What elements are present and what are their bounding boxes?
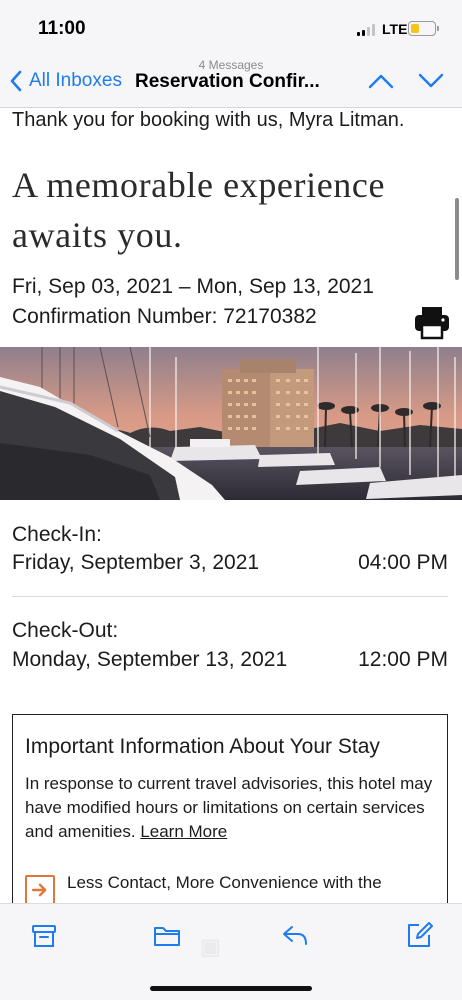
- check-in-time: 04:00 PM: [358, 551, 448, 574]
- compose-icon[interactable]: [404, 920, 434, 950]
- arrow-right-box-icon: [25, 875, 55, 903]
- watermark-text: ▣: [200, 934, 222, 959]
- check-out-label: Check-Out:: [12, 619, 119, 642]
- network-label: LTE: [382, 21, 408, 37]
- advisory-text: In response to current travel advisories…: [25, 774, 433, 841]
- info-title: Important Information About Your Stay: [25, 735, 380, 758]
- folder-icon[interactable]: [152, 920, 182, 950]
- status-bar: 11:00 LTE: [0, 0, 462, 56]
- divider: [12, 596, 448, 597]
- email-body[interactable]: Thank you for booking with us, Myra Litm…: [0, 108, 462, 903]
- headline: A memorable experience awaits you.: [12, 165, 386, 255]
- reply-icon[interactable]: [280, 920, 310, 950]
- status-time: 11:00: [38, 18, 86, 39]
- hotel-photo: [0, 347, 462, 500]
- bottom-toolbar: ▣: [0, 903, 462, 1000]
- archive-icon[interactable]: [29, 920, 59, 950]
- scroll-indicator[interactable]: [455, 198, 459, 280]
- thank-you-text: Thank you for booking with us, Myra Litm…: [12, 109, 405, 131]
- check-in-label: Check-In:: [12, 523, 102, 546]
- check-in-date: Friday, September 3, 2021: [12, 551, 260, 574]
- nav-bar: 4 Messages All Inboxes Reservation Confi…: [0, 56, 462, 108]
- back-button[interactable]: All Inboxes: [10, 70, 122, 92]
- check-out-time: 12:00 PM: [358, 648, 448, 671]
- back-label: All Inboxes: [29, 70, 122, 91]
- printer-icon[interactable]: [414, 306, 450, 340]
- chevron-up-icon[interactable]: [367, 70, 395, 92]
- battery-icon: [408, 21, 436, 36]
- battery-cap: [437, 26, 439, 31]
- feature-text: Less Contact, More Convenience with the: [67, 873, 382, 892]
- info-text: In response to current travel advisories…: [25, 772, 433, 844]
- signal-icon: [357, 24, 377, 36]
- home-indicator[interactable]: [150, 986, 312, 991]
- chevron-down-icon[interactable]: [417, 70, 445, 92]
- confirmation-number: Confirmation Number: 72170382: [12, 305, 317, 328]
- email-subject-title: Reservation Confir...: [135, 71, 320, 92]
- check-out-date: Monday, September 13, 2021: [12, 648, 288, 671]
- stay-dates: Fri, Sep 03, 2021 – Mon, Sep 13, 2021: [12, 275, 374, 298]
- chevron-left-icon: [10, 70, 22, 92]
- important-info-box: Important Information About Your Stay In…: [12, 714, 448, 903]
- learn-more-link[interactable]: Learn More: [140, 822, 227, 841]
